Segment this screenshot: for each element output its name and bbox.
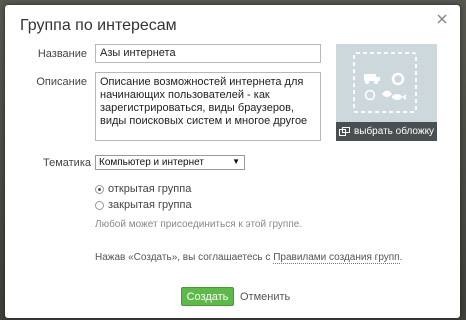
name-label: Название xyxy=(37,48,87,60)
dropdown-arrow-icon: ▼ xyxy=(232,157,240,166)
name-input[interactable]: Азы интернета xyxy=(95,44,321,63)
topic-label: Тематика xyxy=(42,157,91,169)
closed-group-option[interactable]: закрытая группа xyxy=(95,199,192,211)
image-icon xyxy=(338,127,350,136)
description-value: Описание возможностей интернета для начи… xyxy=(100,76,308,127)
choose-cover-button[interactable]: выбрать обложку xyxy=(336,122,437,141)
cover-placeholder-icon xyxy=(353,52,417,113)
closed-group-radio[interactable] xyxy=(95,200,104,210)
dialog-title: Группа по интересам xyxy=(20,17,177,34)
terms-text: Нажав «Создать», вы соглашаетесь с Прави… xyxy=(95,252,403,264)
description-textarea[interactable]: Описание возможностей интернета для начи… xyxy=(95,72,321,141)
create-group-dialog: Группа по интересам Название Азы интерне… xyxy=(5,5,460,318)
close-icon[interactable] xyxy=(435,12,449,26)
closed-group-label: закрытая группа xyxy=(108,199,192,211)
privacy-hint: Любой может присоединиться к этой группе… xyxy=(95,219,303,230)
open-group-radio[interactable] xyxy=(95,184,104,194)
description-label: Описание xyxy=(36,76,87,88)
create-button[interactable]: Создать xyxy=(181,287,234,306)
choose-cover-label: выбрать обложку xyxy=(353,126,435,137)
topic-value: Компьютер и интернет xyxy=(99,157,204,168)
terms-suffix: . xyxy=(399,252,403,263)
terms-link[interactable]: Правилами создания групп xyxy=(273,252,400,264)
open-group-label: открытая группа xyxy=(108,183,192,195)
name-input-value: Азы интернета xyxy=(100,47,176,59)
open-group-option[interactable]: открытая группа xyxy=(95,183,191,195)
topic-select[interactable]: Компьютер и интернет ▼ xyxy=(95,155,245,170)
terms-prefix: Нажав «Создать», вы соглашаетесь с xyxy=(95,252,274,263)
cancel-button[interactable]: Отменить xyxy=(240,291,290,303)
